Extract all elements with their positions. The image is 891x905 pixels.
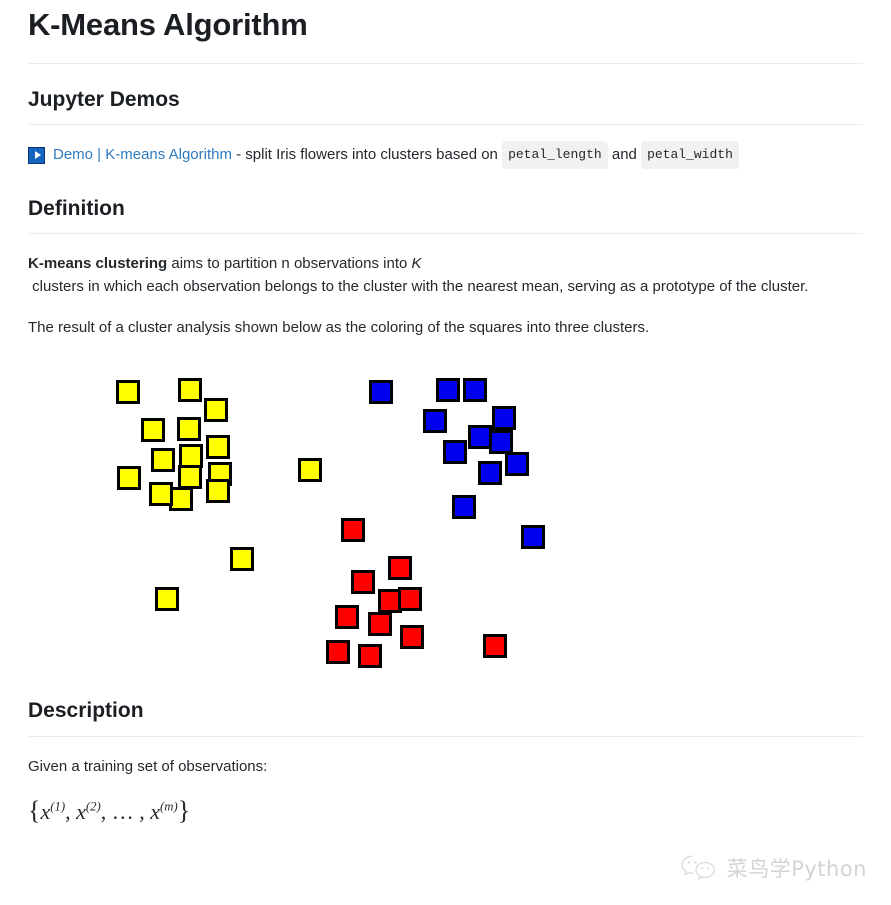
cluster-point-yellow xyxy=(155,587,179,612)
formula-x-1: x xyxy=(40,798,51,824)
formula-open-brace: { xyxy=(28,795,41,825)
cluster-point-blue xyxy=(505,452,529,477)
cluster-point-blue xyxy=(369,380,393,405)
cluster-point-yellow xyxy=(206,435,230,460)
formula-sep-2: , … , xyxy=(100,798,151,824)
definition-paragraph-2: The result of a cluster analysis shown b… xyxy=(28,319,650,337)
definition-italic-k: K xyxy=(411,255,422,273)
cluster-point-yellow xyxy=(178,465,202,490)
demo-row: Demo | K-means Algorithm - split Iris fl… xyxy=(28,141,863,170)
cluster-point-blue xyxy=(478,461,502,486)
code-petal-width: petal_width xyxy=(641,141,739,170)
cluster-point-blue xyxy=(463,378,487,403)
formula-x-m: x xyxy=(150,798,161,824)
section-heading-jupyter-demos: Jupyter Demos xyxy=(28,87,180,111)
demo-conjunction-text: and xyxy=(607,146,642,164)
formula-training-set: {x(1), x(2), … , x(m)} xyxy=(28,795,863,825)
cluster-point-yellow xyxy=(117,466,141,491)
description-paragraph-1: Given a training set of observations: xyxy=(28,757,268,775)
document-page: K-Means Algorithm Jupyter Demos Demo | K… xyxy=(0,0,891,905)
cluster-point-red xyxy=(400,625,424,650)
cluster-point-red xyxy=(398,587,422,612)
play-icon[interactable] xyxy=(28,146,45,164)
cluster-point-red xyxy=(483,634,507,659)
watermark-text: 菜鸟学Python xyxy=(726,857,867,881)
formula-close-brace: } xyxy=(177,795,191,825)
cluster-point-yellow xyxy=(149,482,173,507)
play-triangle-icon xyxy=(34,151,41,160)
formula-sup-m: (m) xyxy=(160,799,178,814)
definition-paragraph-1: K-means clustering aims to partition n o… xyxy=(28,252,860,298)
cluster-point-yellow xyxy=(230,547,254,572)
formula-sup-2: (2) xyxy=(85,799,101,814)
section-heading-definition: Definition xyxy=(28,197,125,221)
code-petal-length: petal_length xyxy=(502,141,608,170)
cluster-point-yellow xyxy=(116,380,140,405)
cluster-point-blue xyxy=(423,409,447,434)
cluster-point-red xyxy=(341,518,365,543)
cluster-point-red xyxy=(368,612,392,637)
page-title: K-Means Algorithm xyxy=(28,7,308,42)
formula-x-2: x xyxy=(76,798,86,824)
cluster-point-yellow xyxy=(178,378,202,403)
cluster-point-red xyxy=(326,640,350,665)
cluster-point-yellow xyxy=(151,448,175,473)
cluster-scatter-plot xyxy=(28,367,863,697)
cluster-point-yellow xyxy=(298,458,322,483)
demo-description-text: - split Iris flowers into clusters based… xyxy=(231,146,503,164)
definition-text-part-1: aims to partition n observations into xyxy=(167,255,412,273)
demo-link[interactable]: Demo | K-means Algorithm xyxy=(53,144,232,166)
cluster-point-red xyxy=(335,605,359,630)
definition-bold-lead: K-means clustering xyxy=(28,255,168,273)
section-heading-description: Description xyxy=(28,699,144,723)
cluster-point-yellow xyxy=(206,479,230,504)
cluster-point-yellow xyxy=(141,418,165,443)
watermark: 菜鸟学Python xyxy=(679,853,867,883)
wechat-icon xyxy=(681,855,715,880)
cluster-point-blue xyxy=(443,440,467,465)
cluster-point-red xyxy=(358,644,382,669)
formula-sup-1: (1) xyxy=(50,799,66,814)
formula-sep-1: , xyxy=(65,798,77,824)
cluster-point-blue xyxy=(521,525,545,550)
cluster-point-blue xyxy=(489,430,513,455)
cluster-point-red xyxy=(351,570,375,595)
cluster-point-blue xyxy=(436,378,460,403)
cluster-point-red xyxy=(388,556,412,581)
cluster-point-blue xyxy=(452,495,476,520)
cluster-point-yellow xyxy=(177,417,201,442)
definition-text-part-2: clusters in which each observation belon… xyxy=(28,278,809,296)
cluster-point-blue xyxy=(492,406,516,431)
cluster-point-yellow xyxy=(204,398,228,423)
